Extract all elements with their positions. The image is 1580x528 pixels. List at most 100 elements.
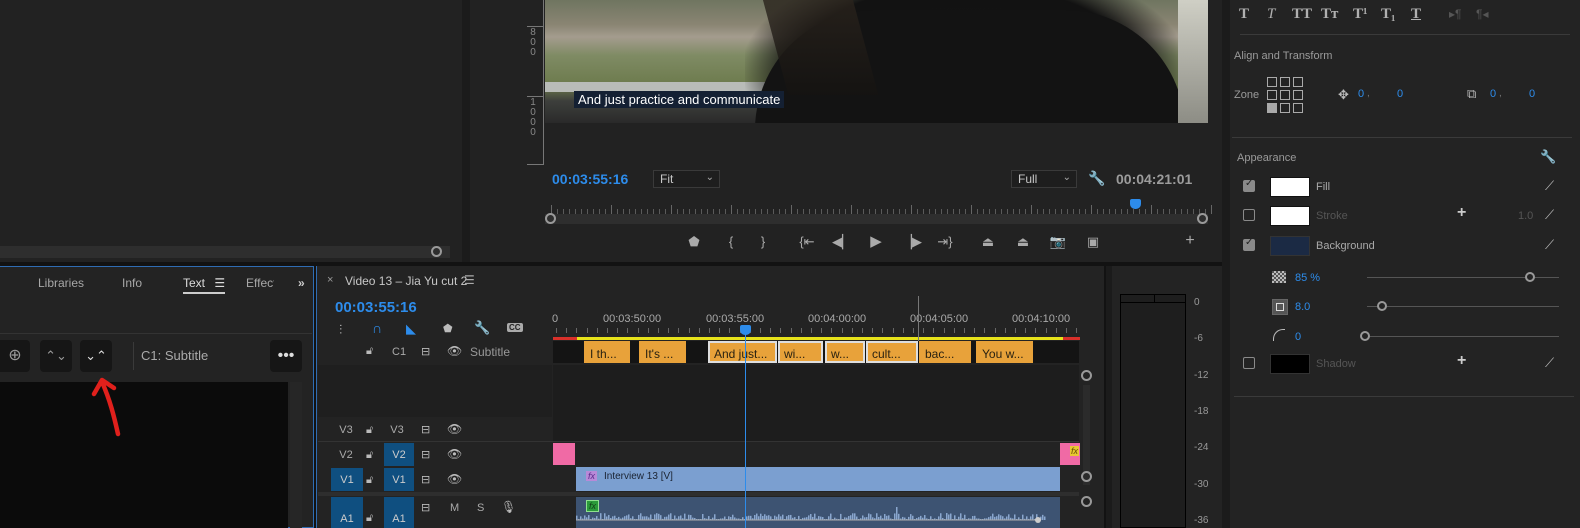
caption-overlay[interactable]: And just practice and communicate bbox=[574, 91, 785, 108]
zone-cell[interactable] bbox=[1267, 90, 1277, 100]
zoom-bar-end-handle[interactable] bbox=[1197, 213, 1208, 224]
zone-cell[interactable] bbox=[1293, 77, 1303, 87]
stroke-width[interactable]: 1.0 bbox=[1518, 210, 1533, 222]
panel-divider[interactable] bbox=[462, 0, 470, 262]
zone-cell[interactable] bbox=[1293, 90, 1303, 100]
track-output-icon[interactable]: ⊟ bbox=[421, 448, 430, 461]
track-output-icon[interactable]: ⊟ bbox=[421, 345, 430, 358]
subscript-button[interactable]: T₁ bbox=[1381, 6, 1396, 23]
zone-cell[interactable] bbox=[1293, 103, 1303, 113]
add-caption-button[interactable]: ⊕ bbox=[0, 340, 30, 372]
tab-libraries[interactable]: Libraries bbox=[38, 276, 84, 290]
step-back-icon[interactable]: ◀▏ bbox=[832, 234, 852, 250]
position-x[interactable]: 0 bbox=[1358, 88, 1364, 100]
program-zoom-bar[interactable] bbox=[545, 213, 1208, 224]
merge-captions-button[interactable]: ⌄⌃ bbox=[80, 340, 112, 372]
track-output-icon[interactable]: ⊟ bbox=[421, 473, 430, 486]
snap-magnet-icon[interactable]: ∩ bbox=[372, 320, 382, 336]
zoom-level-select[interactable]: Fit ⌄ bbox=[653, 170, 720, 188]
add-stroke-icon[interactable]: + bbox=[1457, 204, 1466, 222]
timeline-timecode[interactable]: 00:03:55:16 bbox=[335, 299, 417, 316]
zone-cell[interactable] bbox=[1280, 77, 1290, 87]
italic-button[interactable]: T bbox=[1267, 6, 1275, 23]
solo-button[interactable]: S bbox=[477, 502, 484, 514]
caption-clip[interactable]: You w... bbox=[976, 341, 1033, 363]
extract-icon[interactable]: ⏏ bbox=[1013, 234, 1033, 250]
add-shadow-icon[interactable]: + bbox=[1457, 352, 1466, 370]
mark-in-icon[interactable]: { bbox=[721, 234, 741, 249]
more-options-button[interactable]: ••• bbox=[270, 340, 302, 372]
superscript-button[interactable]: T¹ bbox=[1353, 6, 1368, 23]
camera-icon[interactable]: 📷 bbox=[1048, 234, 1068, 250]
panel-menu-icon[interactable]: ☰ bbox=[214, 276, 225, 290]
plus-icon[interactable]: + bbox=[1180, 232, 1200, 250]
mark-out-icon[interactable]: } bbox=[753, 234, 773, 249]
zone-cell[interactable] bbox=[1267, 103, 1277, 113]
track-output-icon[interactable]: ⊟ bbox=[421, 423, 430, 436]
graphic-clip[interactable]: fx bbox=[1060, 443, 1080, 465]
lock-icon[interactable]: 🔓︎ bbox=[366, 345, 373, 358]
target-track-a1[interactable]: A1 bbox=[384, 497, 414, 528]
eyedropper-icon[interactable]: ⟋ bbox=[1545, 178, 1554, 194]
microphone-icon[interactable]: 🎙︎ bbox=[501, 500, 516, 514]
shadow-checkbox[interactable] bbox=[1243, 357, 1255, 369]
source-scrollbar[interactable] bbox=[0, 246, 450, 258]
eyedropper-icon[interactable]: ⟋ bbox=[1545, 355, 1554, 371]
wrench-icon[interactable]: 🔧 bbox=[474, 320, 490, 336]
underline-button[interactable]: T bbox=[1411, 6, 1421, 23]
anchor-y[interactable]: 0 bbox=[1529, 88, 1535, 100]
audio-clip[interactable]: fx bbox=[576, 497, 1060, 528]
graphic-clip[interactable] bbox=[553, 443, 575, 465]
position-y[interactable]: 0 bbox=[1397, 88, 1403, 100]
anchor-x[interactable]: 0 bbox=[1490, 88, 1496, 100]
source-track-v2[interactable]: V2 bbox=[333, 449, 359, 461]
tab-effects[interactable]: Effect bbox=[246, 276, 274, 290]
eye-icon[interactable]: 👁︎ bbox=[447, 422, 462, 436]
work-area-bar[interactable] bbox=[553, 337, 1078, 340]
track-zoom-handle[interactable] bbox=[1081, 496, 1092, 507]
add-marker-icon[interactable]: ⬟ bbox=[684, 234, 704, 250]
stroke-checkbox[interactable] bbox=[1243, 209, 1255, 221]
target-track-v2[interactable]: V2 bbox=[384, 443, 414, 466]
zone-cell[interactable] bbox=[1280, 90, 1290, 100]
caption-clip[interactable]: wi... bbox=[778, 341, 823, 363]
caption-clip[interactable]: It's ... bbox=[639, 341, 686, 363]
linked-selection-icon[interactable]: ◣ bbox=[406, 321, 416, 337]
bg-size-slider[interactable] bbox=[1367, 306, 1559, 307]
track-zoom-handle[interactable] bbox=[1081, 370, 1092, 381]
program-playhead[interactable] bbox=[1130, 199, 1142, 209]
corner-radius-value[interactable]: 0 bbox=[1295, 331, 1301, 343]
lock-icon[interactable]: 🔓︎ bbox=[366, 512, 373, 525]
close-tab-icon[interactable]: × bbox=[327, 274, 333, 286]
go-to-in-icon[interactable]: {⇤ bbox=[797, 234, 817, 250]
audio-video-divider[interactable] bbox=[318, 492, 1079, 496]
zone-cell[interactable] bbox=[1267, 77, 1277, 87]
captions-cc-icon[interactable]: CC bbox=[507, 323, 523, 332]
shadow-color-swatch[interactable] bbox=[1270, 354, 1310, 374]
zone-cell[interactable] bbox=[1280, 103, 1290, 113]
caption-list-scrollbar[interactable] bbox=[290, 382, 302, 528]
target-track-v1[interactable]: V1 bbox=[384, 468, 414, 491]
background-checkbox[interactable] bbox=[1243, 237, 1255, 251]
lift-icon[interactable]: ⏏ bbox=[978, 234, 998, 250]
caption-clip[interactable]: w... bbox=[825, 341, 865, 363]
panel-menu-icon[interactable]: ☰ bbox=[464, 273, 475, 287]
wrench-icon[interactable]: 🔧 bbox=[1088, 170, 1105, 187]
fill-color-swatch[interactable] bbox=[1270, 177, 1310, 197]
tab-info[interactable]: Info bbox=[122, 276, 142, 290]
bg-opacity-value[interactable]: 85 % bbox=[1295, 272, 1320, 284]
source-track-v3[interactable]: V3 bbox=[333, 424, 359, 436]
caption-clip[interactable]: I th... bbox=[584, 341, 630, 363]
caption-list[interactable] bbox=[0, 382, 288, 528]
bg-size-value[interactable]: 8.0 bbox=[1295, 301, 1310, 313]
lock-icon[interactable]: 🔓︎ bbox=[366, 474, 373, 487]
track-lanes-upper[interactable] bbox=[553, 365, 1079, 441]
zoom-bar-start-handle[interactable] bbox=[545, 213, 556, 224]
track-zoom-handle[interactable] bbox=[1081, 471, 1092, 482]
caption-clip[interactable]: bac... bbox=[919, 341, 971, 363]
sequence-tab[interactable]: Video 13 – Jia Yu cut 2 bbox=[345, 274, 467, 288]
nest-toggle-icon[interactable]: ⫶ bbox=[339, 322, 342, 338]
small-caps-button[interactable]: Tт bbox=[1321, 6, 1338, 23]
add-marker-icon[interactable]: ⬟ bbox=[443, 322, 453, 335]
mute-button[interactable]: M bbox=[450, 502, 459, 514]
